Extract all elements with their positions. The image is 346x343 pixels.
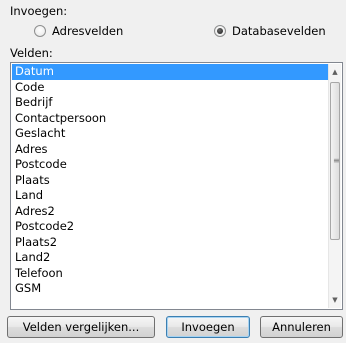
vertical-scrollbar[interactable]: ▲ ≡ ▼ [328, 64, 341, 308]
scroll-down-arrow-icon[interactable]: ▼ [329, 292, 341, 308]
list-item[interactable]: Bedrijf [12, 95, 330, 111]
radio-button-icon[interactable] [34, 25, 46, 37]
list-item[interactable]: Geslacht [12, 126, 330, 142]
radio-adresvelden[interactable]: Adresvelden [34, 22, 123, 40]
scroll-up-arrow-icon[interactable]: ▲ [329, 64, 341, 80]
list-item[interactable]: Land2 [12, 250, 330, 266]
radio-button-checked-icon[interactable] [214, 25, 226, 37]
list-item[interactable]: Adres [12, 142, 330, 158]
list-item[interactable]: Postcode [12, 157, 330, 173]
cancel-button[interactable]: Annuleren [260, 316, 343, 338]
fields-listbox[interactable]: Datum Code Bedrijf Contactpersoon Geslac… [10, 62, 343, 310]
list-item[interactable]: Contactpersoon [12, 111, 330, 127]
list-item[interactable]: Adres2 [12, 204, 330, 220]
radio-databasevelden[interactable]: Databasevelden [214, 22, 326, 40]
list-item[interactable]: Datum [12, 64, 330, 80]
list-item[interactable]: Land [12, 188, 330, 204]
radio-adresvelden-label: Adresvelden [52, 24, 124, 38]
insert-button[interactable]: Invoegen [166, 316, 250, 338]
list-item[interactable]: Code [12, 80, 330, 96]
list-item[interactable]: Postcode2 [12, 219, 330, 235]
compare-fields-button[interactable]: Velden vergelijken... [7, 316, 155, 338]
fields-label: Velden: [10, 46, 53, 60]
list-item[interactable]: Telefoon [12, 266, 330, 282]
list-item[interactable]: GSM [12, 281, 330, 297]
scrollbar-thumb[interactable]: ≡ [330, 82, 340, 240]
insert-group-label: Invoegen: [10, 4, 68, 18]
scrollbar-grip-icon: ≡ [333, 156, 340, 165]
fields-list: Datum Code Bedrijf Contactpersoon Geslac… [12, 64, 330, 297]
radio-databasevelden-label: Databasevelden [232, 24, 326, 38]
list-item[interactable]: Plaats2 [12, 235, 330, 251]
list-item[interactable]: Plaats [12, 173, 330, 189]
